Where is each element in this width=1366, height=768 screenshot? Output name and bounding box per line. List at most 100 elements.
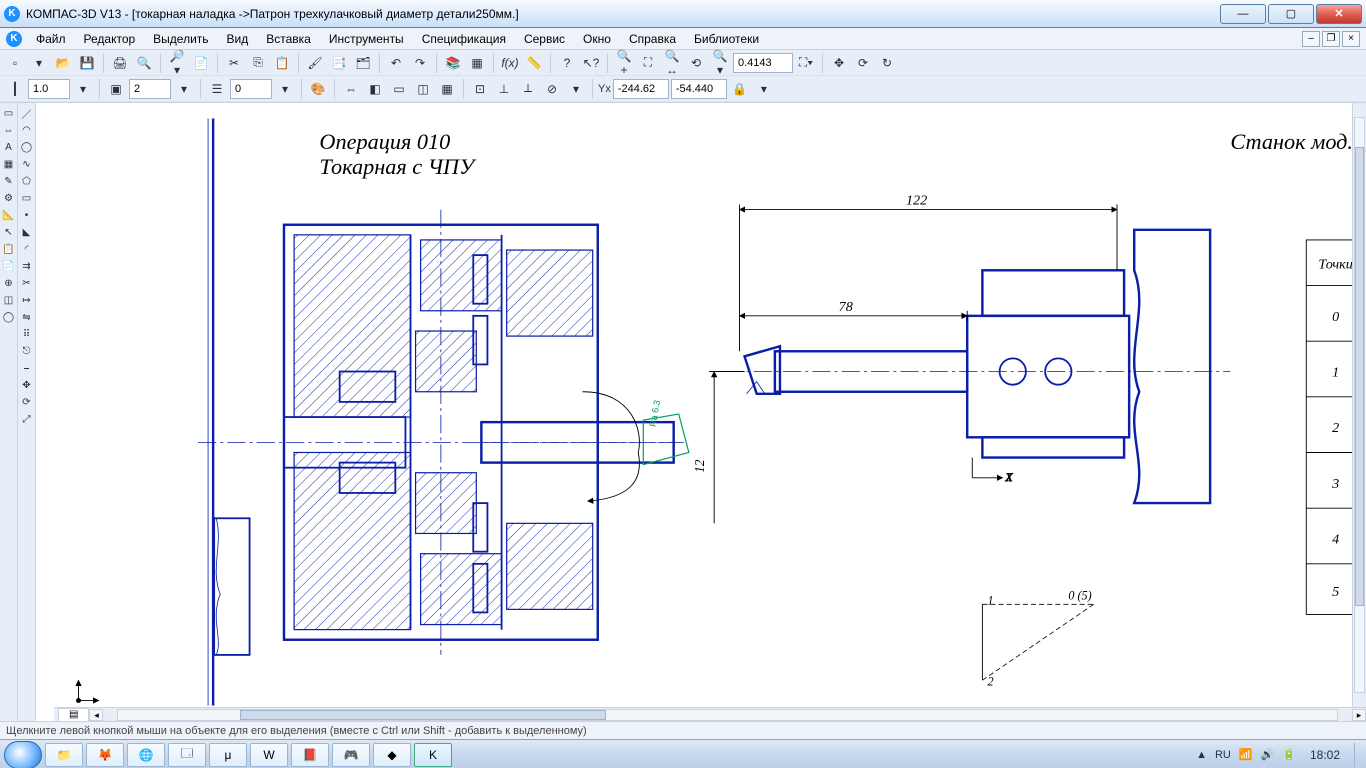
style-dd[interactable]: ▾ (274, 78, 296, 100)
vtool-report-icon[interactable]: 📄 (1, 258, 17, 274)
linewidth-input[interactable] (28, 79, 70, 99)
coord-y-input[interactable] (671, 79, 727, 99)
layer-dd[interactable]: ▾ (173, 78, 195, 100)
vtool-rect-icon[interactable]: ▭ (19, 190, 35, 206)
vtool-fillet-icon[interactable]: ◜ (19, 241, 35, 257)
copy-button[interactable]: ⎘ (247, 52, 269, 74)
vtool-trim-icon[interactable]: ✂ (19, 275, 35, 291)
cut-button[interactable]: ✂ (223, 52, 245, 74)
vtool-spline-icon[interactable]: ∿ (19, 156, 35, 172)
menu-window[interactable]: Окно (575, 30, 619, 48)
colors-button[interactable]: 🎨 (307, 78, 329, 100)
layer-icon[interactable]: ▣ (105, 78, 127, 100)
vtool-spec-icon[interactable]: 📋 (1, 241, 17, 257)
copyprops-button[interactable]: 🖌 (304, 52, 326, 74)
pan-button[interactable]: ✥ (828, 52, 850, 74)
ruler-button[interactable]: 📏 (523, 52, 545, 74)
menu-tools[interactable]: Инструменты (321, 30, 412, 48)
whatsthis-button[interactable]: ↖? (580, 52, 602, 74)
zoom-in-button[interactable]: 🔍+ (613, 52, 635, 74)
menu-help[interactable]: Справка (621, 30, 684, 48)
shape2-icon[interactable]: ▭ (388, 78, 410, 100)
task-calc[interactable]: 🗔 (168, 743, 206, 767)
library-button[interactable]: 📚 (442, 52, 464, 74)
vtool-arc-icon[interactable]: ◠ (19, 122, 35, 138)
menu-spec[interactable]: Спецификация (414, 30, 514, 48)
shape4-icon[interactable]: ▦ (436, 78, 458, 100)
task-folder[interactable]: 📁 (45, 743, 83, 767)
snap-end-icon[interactable]: ⊡ (469, 78, 491, 100)
snap-dd-icon[interactable]: ▾ (565, 78, 587, 100)
vtool-scale-icon[interactable]: ⤢ (19, 411, 35, 427)
layer-input[interactable] (129, 79, 171, 99)
hscroll-left[interactable]: ◂ (89, 709, 103, 721)
vtool-edit-icon[interactable]: ✎ (1, 173, 17, 189)
tray-flag-icon[interactable]: ▲ (1196, 749, 1207, 761)
coord-dd-button[interactable]: ▾ (753, 78, 775, 100)
vtool-param-icon[interactable]: ⚙ (1, 190, 17, 206)
paste-button[interactable]: 📋 (271, 52, 293, 74)
rotate-button[interactable]: ⟳ (852, 52, 874, 74)
drawing-canvas[interactable]: Операция 010 Токарная с ЧПУ Станок мод. … (36, 103, 1366, 721)
redo-button[interactable]: ↷ (409, 52, 431, 74)
task-torrent[interactable]: μ (209, 743, 247, 767)
task-kompas[interactable]: K (414, 743, 452, 767)
vtool-rotate2-icon[interactable]: ⟳ (19, 394, 35, 410)
task-browser2[interactable]: 🌐 (127, 743, 165, 767)
help-button[interactable]: ? (556, 52, 578, 74)
show-desktop-button[interactable] (1354, 743, 1362, 767)
vtool-views-icon[interactable]: ◫ (1, 292, 17, 308)
snap-perp-icon[interactable]: ⟂ (517, 78, 539, 100)
style-icon[interactable]: ☰ (206, 78, 228, 100)
vtool-measure-icon[interactable]: 📐 (1, 207, 17, 223)
task-pdf[interactable]: 📕 (291, 743, 329, 767)
task-word[interactable]: W (250, 743, 288, 767)
menu-service[interactable]: Сервис (516, 30, 573, 48)
vtool-point-icon[interactable]: • (19, 207, 35, 223)
tray-lang[interactable]: RU (1215, 749, 1231, 761)
tray-clock[interactable]: 18:02 (1304, 748, 1346, 762)
menu-editor[interactable]: Редактор (76, 30, 144, 48)
stack-button[interactable]: ▦ (466, 52, 488, 74)
hscroll-thumb[interactable] (240, 710, 606, 720)
vtool-line-icon[interactable]: ／ (19, 105, 35, 121)
vtool-insert-icon[interactable]: ⊕ (1, 275, 17, 291)
save-button[interactable]: 💾 (76, 52, 98, 74)
vscroll-thumb[interactable] (1355, 147, 1364, 606)
snap-tan-icon[interactable]: ⊘ (541, 78, 563, 100)
tray-sound-icon[interactable]: 🔊 (1261, 748, 1275, 761)
shape1-icon[interactable]: ◧ (364, 78, 386, 100)
vtool-poly-icon[interactable]: ⬠ (19, 173, 35, 189)
task-browser1[interactable]: 🦊 (86, 743, 124, 767)
vtool-geometry-icon[interactable]: ▭ (1, 105, 17, 121)
zoom-window-button[interactable]: ⛶ (637, 52, 659, 74)
vtool-dim-icon[interactable]: ⇔ (1, 122, 17, 138)
menu-file[interactable]: Файл (28, 30, 74, 48)
undo-button[interactable]: ↶ (385, 52, 407, 74)
views-button[interactable]: 🗂 (352, 52, 374, 74)
vtool-extend-icon[interactable]: ↦ (19, 292, 35, 308)
menu-view[interactable]: Вид (219, 30, 257, 48)
drag-icon[interactable]: ⇔ (340, 78, 362, 100)
linewidth-icon[interactable]: ┃ (4, 78, 26, 100)
vtool-move-icon[interactable]: ✥ (19, 377, 35, 393)
vtool-hatch-icon[interactable]: ▦ (1, 156, 17, 172)
redraw-button[interactable]: ↻ (876, 52, 898, 74)
vtool-select-icon[interactable]: ↖ (1, 224, 17, 240)
menu-select[interactable]: Выделить (145, 30, 216, 48)
print-button[interactable]: 🖨 (109, 52, 131, 74)
minimize-button[interactable]: — (1220, 4, 1266, 24)
shape3-icon[interactable]: ◫ (412, 78, 434, 100)
preview-button[interactable]: 🔍 (133, 52, 155, 74)
tray-battery-icon[interactable]: 🔋 (1282, 748, 1296, 761)
fx-button[interactable]: f(x) (499, 52, 521, 74)
zoom-dyn-button[interactable]: 🔍↔ (661, 52, 683, 74)
open-button[interactable]: 📂 (52, 52, 74, 74)
vtool-join-icon[interactable]: ⎯ (19, 360, 35, 376)
props-button[interactable]: 📄 (190, 52, 212, 74)
vtool-circle-icon[interactable]: ◯ (19, 139, 35, 155)
task-game[interactable]: 🎮 (332, 743, 370, 767)
find-button[interactable]: 🔎▾ (166, 52, 188, 74)
zoom-prev-button[interactable]: ⟲ (685, 52, 707, 74)
vtool-text-icon[interactable]: A (1, 139, 17, 155)
